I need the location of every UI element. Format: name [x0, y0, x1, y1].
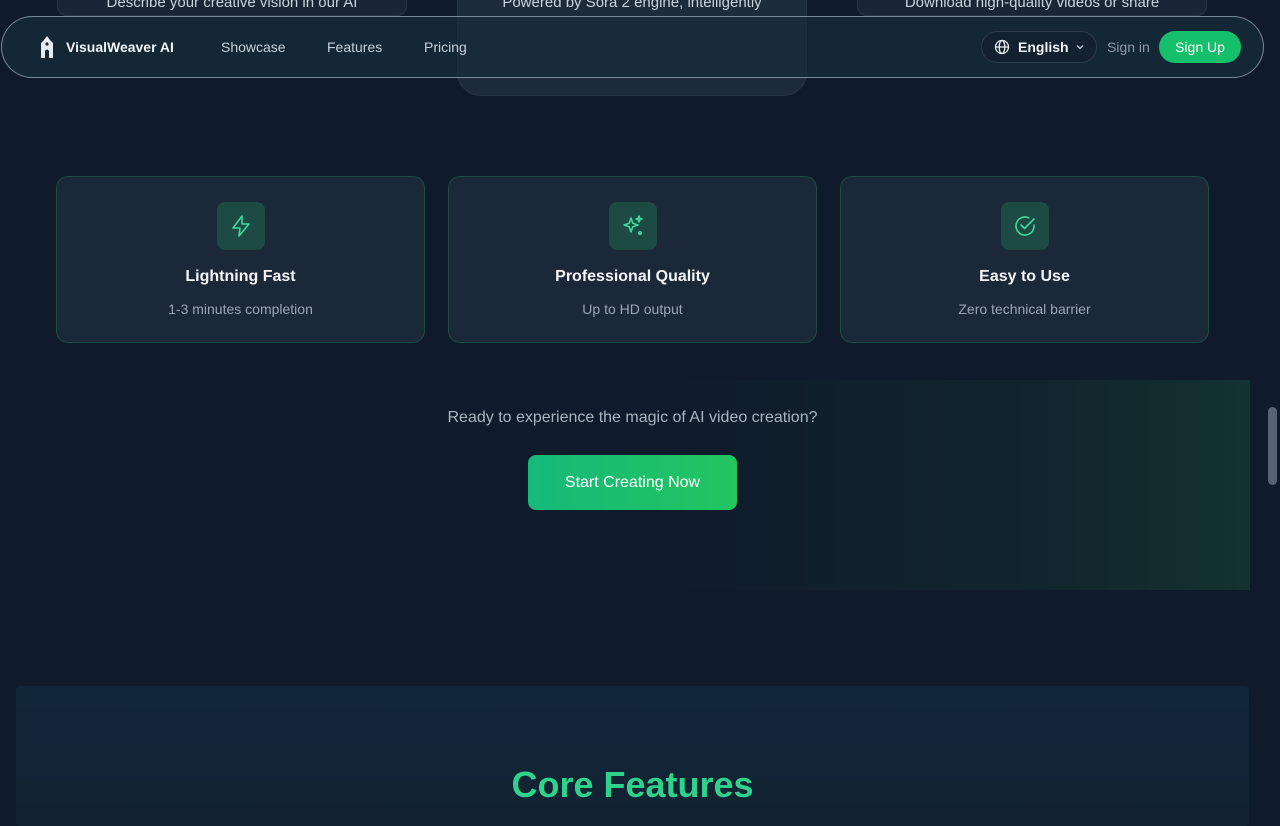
- scrollbar-track[interactable]: [1265, 0, 1280, 800]
- sign-in-link[interactable]: Sign in: [1107, 39, 1150, 55]
- feature-title: Lightning Fast: [185, 268, 296, 285]
- start-creating-button[interactable]: Start Creating Now: [528, 455, 737, 510]
- feature-card-easy-to-use: Easy to Use Zero technical barrier: [840, 176, 1209, 343]
- step-card-text: Download high-quality videos or share: [904, 0, 1160, 11]
- feature-title: Professional Quality: [555, 268, 710, 285]
- nav-link-showcase[interactable]: Showcase: [221, 39, 286, 55]
- step-card-text: Powered by Sora 2 engine, intelligently: [502, 0, 762, 11]
- step-card-download: Download high-quality videos or share: [857, 0, 1207, 16]
- brand-name[interactable]: VisualWeaver AI: [66, 39, 174, 55]
- feature-title: Easy to Use: [979, 268, 1070, 285]
- top-navbar: VisualWeaver AI Showcase Features Pricin…: [1, 16, 1264, 78]
- scrollbar-thumb[interactable]: [1268, 407, 1277, 485]
- sign-up-button[interactable]: Sign Up: [1159, 31, 1241, 63]
- step-card-text: Describe your creative vision in our AI: [106, 0, 358, 11]
- globe-icon: [994, 39, 1010, 55]
- sparkles-icon: [623, 215, 643, 235]
- nav-link-features[interactable]: Features: [327, 39, 382, 55]
- feature-icon-box: [217, 202, 265, 250]
- feature-card-professional-quality: Professional Quality Up to HD output: [448, 176, 817, 343]
- language-selector[interactable]: English: [981, 31, 1097, 63]
- cta-text: Ready to experience the magic of AI vide…: [447, 409, 818, 426]
- feature-subtitle: Up to HD output: [582, 301, 683, 317]
- chevron-down-icon: [1076, 45, 1084, 50]
- feature-subtitle: Zero technical barrier: [958, 301, 1091, 317]
- logo-icon[interactable]: [37, 35, 57, 59]
- lightning-icon: [232, 215, 250, 237]
- language-label: English: [1018, 39, 1069, 55]
- step-card-describe: Describe your creative vision in our AI: [57, 0, 407, 16]
- feature-subtitle: 1-3 minutes completion: [168, 301, 313, 317]
- feature-icon-box: [1001, 202, 1049, 250]
- nav-link-pricing[interactable]: Pricing: [424, 39, 467, 55]
- check-circle-icon: [1015, 216, 1035, 236]
- feature-icon-box: [609, 202, 657, 250]
- feature-card-lightning-fast: Lightning Fast 1-3 minutes completion: [56, 176, 425, 343]
